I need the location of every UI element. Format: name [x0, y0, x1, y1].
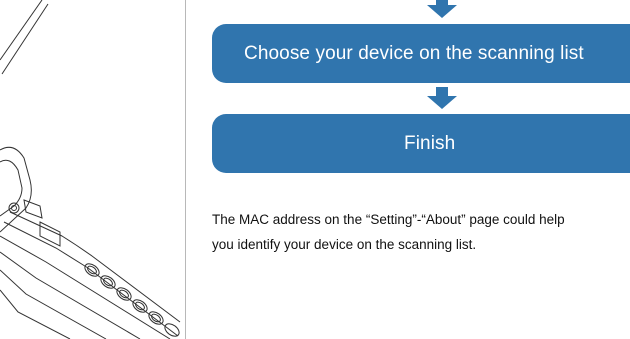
note-line-1: The MAC address on the “Setting”-“About”… — [212, 212, 565, 227]
manual-page: Choose your device on the scanning list … — [0, 0, 630, 339]
flow-step-choose-device: Choose your device on the scanning list — [212, 24, 630, 83]
scanner-line-drawing — [0, 0, 181, 339]
down-arrow-icon — [427, 87, 457, 109]
panel-divider — [185, 0, 186, 339]
scanner-illustration — [0, 0, 185, 339]
down-arrow-icon — [427, 0, 457, 18]
mac-address-note: The MAC address on the “Setting”-“About”… — [212, 207, 630, 257]
flow-step-finish: Finish — [212, 114, 630, 173]
note-line-2: you identify your device on the scanning… — [212, 237, 477, 252]
